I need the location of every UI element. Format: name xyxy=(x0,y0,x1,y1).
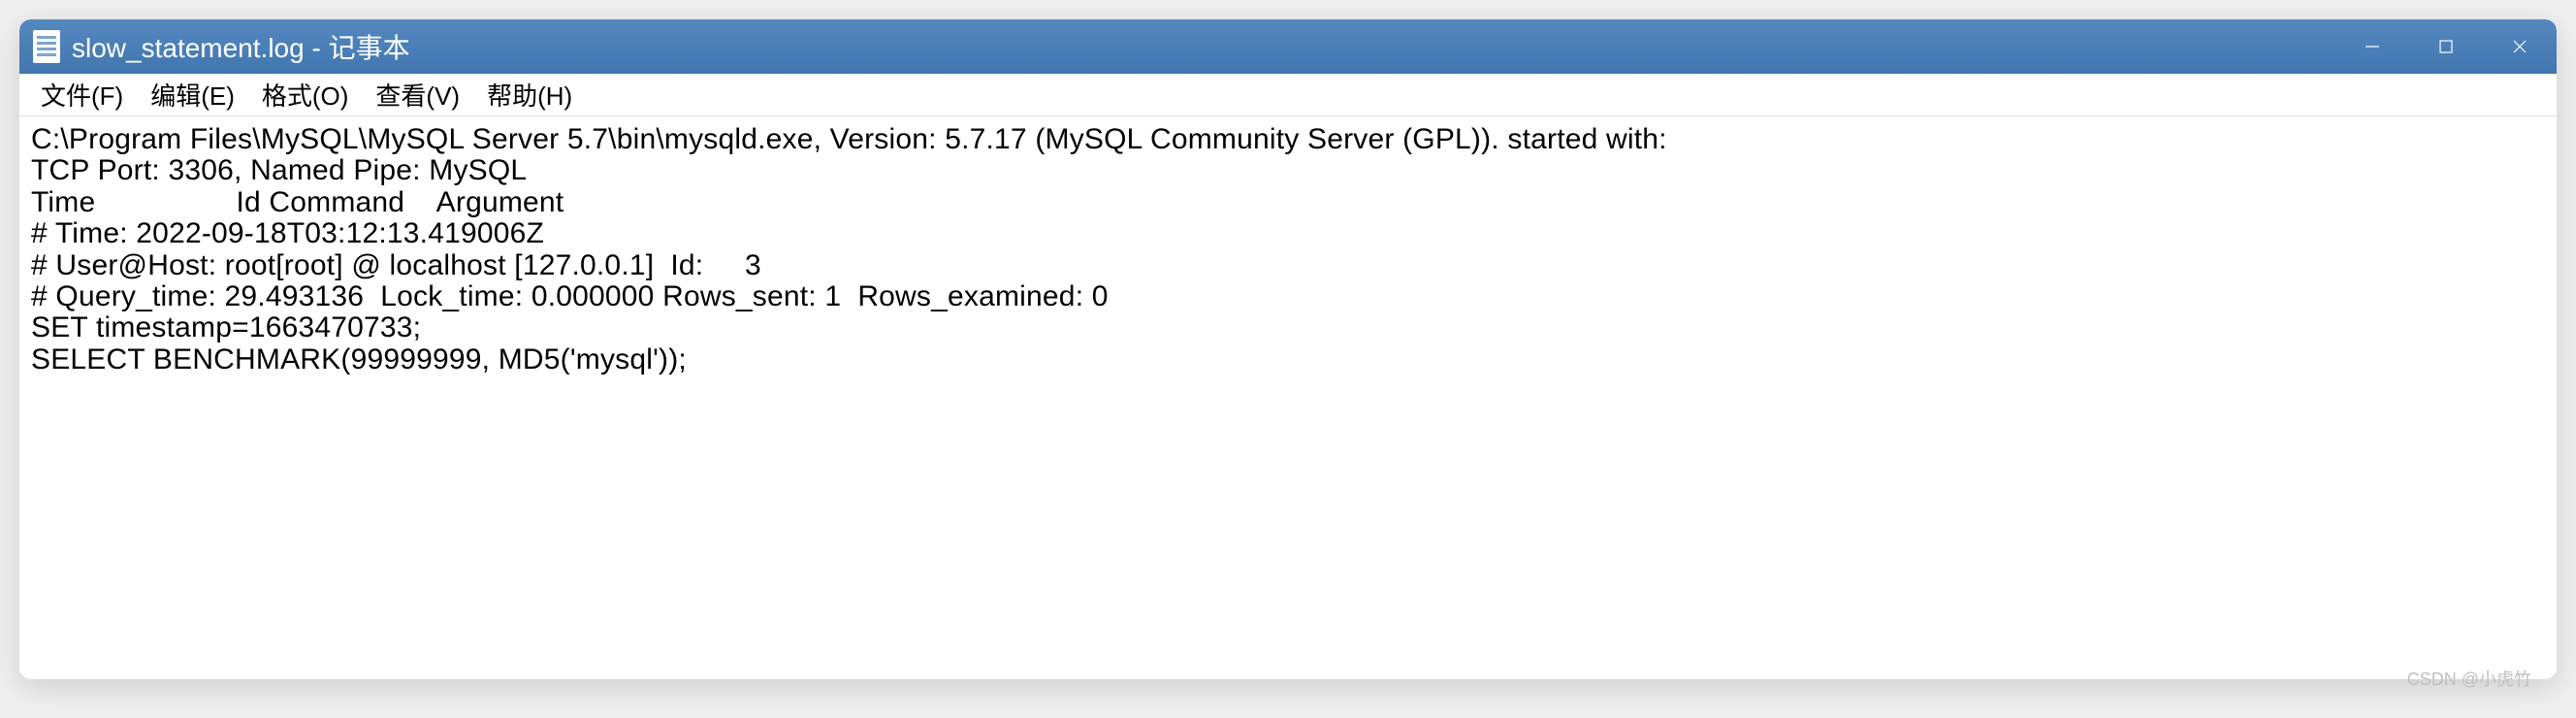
menu-help[interactable]: 帮助(H) xyxy=(473,73,586,116)
menu-format[interactable]: 格式(O) xyxy=(248,73,363,116)
maximize-button[interactable] xyxy=(2409,19,2483,74)
watermark: CSDN @小虎竹 xyxy=(2407,666,2531,691)
log-line: SELECT BENCHMARK(99999999, MD5('mysql'))… xyxy=(31,343,687,375)
menu-file[interactable]: 文件(F) xyxy=(27,73,137,116)
window-title: slow_statement.log - 记事本 xyxy=(72,27,2335,66)
minimize-button[interactable] xyxy=(2335,19,2409,74)
close-button[interactable] xyxy=(2483,19,2557,74)
titlebar[interactable]: slow_statement.log - 记事本 xyxy=(19,19,2557,74)
notepad-window: slow_statement.log - 记事本 文件(F) 编辑(E) 格式(… xyxy=(19,19,2557,679)
log-line: # User@Host: root[root] @ localhost [127… xyxy=(31,249,761,281)
text-area[interactable]: C:\Program Files\MySQL\MySQL Server 5.7\… xyxy=(19,116,2557,679)
log-line: SET timestamp=1663470733; xyxy=(31,311,421,343)
window-controls xyxy=(2335,19,2557,74)
log-line: # Query_time: 29.493136 Lock_time: 0.000… xyxy=(31,280,1109,312)
log-line: TCP Port: 3306, Named Pipe: MySQL xyxy=(31,154,527,186)
menubar: 文件(F) 编辑(E) 格式(O) 查看(V) 帮助(H) xyxy=(19,74,2557,116)
notepad-icon xyxy=(33,30,60,63)
log-line: Time Id Command Argument xyxy=(31,186,564,218)
log-line: # Time: 2022-09-18T03:12:13.419006Z xyxy=(31,217,544,249)
log-line: C:\Program Files\MySQL\MySQL Server 5.7\… xyxy=(31,123,1667,155)
menu-view[interactable]: 查看(V) xyxy=(362,73,473,116)
menu-edit[interactable]: 编辑(E) xyxy=(137,73,248,116)
